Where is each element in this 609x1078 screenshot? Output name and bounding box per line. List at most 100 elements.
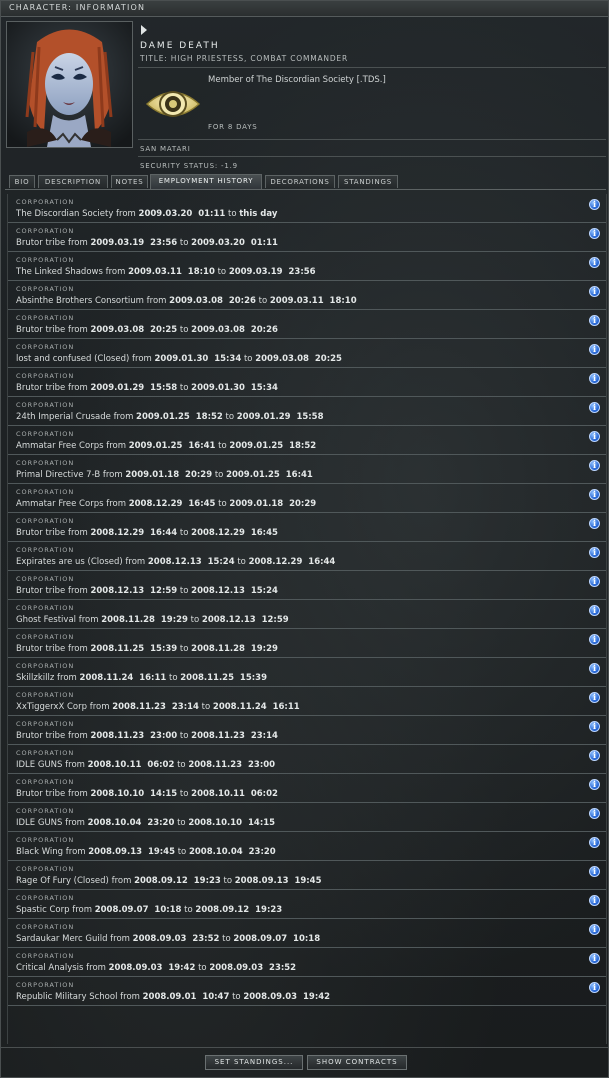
show-contracts-button[interactable]: SHOW CONTRACTS <box>307 1055 407 1070</box>
tab-standings[interactable]: STANDINGS <box>338 175 398 188</box>
info-icon[interactable]: i <box>589 663 600 674</box>
tab-decorations[interactable]: DECORATIONS <box>265 175 335 188</box>
info-icon[interactable]: i <box>589 547 600 558</box>
corp-name[interactable]: XxTiggerxX Corp <box>16 702 87 712</box>
corp-name[interactable]: Absinthe Brothers Consortium <box>16 296 144 306</box>
from-word: from <box>110 934 130 944</box>
info-icon[interactable]: i <box>589 576 600 587</box>
corp-name[interactable]: Black Wing <box>16 847 63 857</box>
info-icon[interactable]: i <box>589 924 600 935</box>
info-icon[interactable]: i <box>589 953 600 964</box>
corp-name[interactable]: Brutor tribe <box>16 383 65 393</box>
info-icon[interactable]: i <box>589 692 600 703</box>
corp-name[interactable]: Brutor tribe <box>16 238 65 248</box>
info-icon[interactable]: i <box>589 344 600 355</box>
info-icon[interactable]: i <box>589 286 600 297</box>
employment-row[interactable]: CORPORATION Sardaukar Merc Guild from 200… <box>8 919 606 948</box>
info-icon[interactable]: i <box>589 199 600 210</box>
info-icon[interactable]: i <box>589 895 600 906</box>
employment-row[interactable]: CORPORATION Spastic Corp from 2008.09.07 … <box>8 890 606 919</box>
employment-row[interactable]: CORPORATION Brutor tribe from 2008.10.10 … <box>8 774 606 803</box>
employment-row[interactable]: CORPORATION XxTiggerxX Corp from 2008.11.… <box>8 687 606 716</box>
employment-row[interactable]: CORPORATION Brutor tribe from 2009.01.29 … <box>8 368 606 397</box>
info-icon[interactable]: i <box>589 634 600 645</box>
employment-row[interactable]: CORPORATION Brutor tribe from 2009.03.19 … <box>8 223 606 252</box>
corp-name[interactable]: Ammatar Free Corps <box>16 441 104 451</box>
corp-name[interactable]: Brutor tribe <box>16 789 65 799</box>
employment-row[interactable]: CORPORATION Primal Directive 7-B from 200… <box>8 455 606 484</box>
corp-name[interactable]: Brutor tribe <box>16 325 65 335</box>
to-word: to <box>237 557 246 567</box>
set-standings-button[interactable]: SET STANDINGS... <box>205 1055 303 1070</box>
character-portrait[interactable] <box>6 21 133 148</box>
tab-bio[interactable]: BIO <box>9 175 35 188</box>
corp-name[interactable]: Brutor tribe <box>16 731 65 741</box>
corp-name[interactable]: Expirates are us (Closed) <box>16 557 123 567</box>
employment-row[interactable]: CORPORATION Brutor tribe from 2008.12.13 … <box>8 571 606 600</box>
info-icon[interactable]: i <box>589 866 600 877</box>
corp-name[interactable]: Ammatar Free Corps <box>16 499 104 509</box>
member-of-text[interactable]: Member of The Discordian Society [.TDS.] <box>208 75 386 85</box>
eye-icon[interactable] <box>144 81 202 127</box>
info-icon[interactable]: i <box>589 750 600 761</box>
corp-name[interactable]: Ghost Festival <box>16 615 76 625</box>
employment-row[interactable]: CORPORATION IDLE GUNS from 2008.10.04 23:… <box>8 803 606 832</box>
info-icon[interactable]: i <box>589 721 600 732</box>
employment-row[interactable]: CORPORATION Expirates are us (Closed) fro… <box>8 542 606 571</box>
employment-row[interactable]: CORPORATION 24th Imperial Crusade from 20… <box>8 397 606 426</box>
window-titlebar[interactable]: CHARACTER: INFORMATION <box>1 1 608 17</box>
corp-name[interactable]: Spastic Corp <box>16 905 70 915</box>
employment-row[interactable]: CORPORATION IDLE GUNS from 2008.10.11 06:… <box>8 745 606 774</box>
corp-name[interactable]: IDLE GUNS <box>16 760 62 770</box>
employment-row[interactable]: CORPORATION Brutor tribe from 2008.11.23 … <box>8 716 606 745</box>
corp-name[interactable]: The Linked Shadows <box>16 267 103 277</box>
info-icon[interactable]: i <box>589 779 600 790</box>
corp-name[interactable]: lost and confused (Closed) <box>16 354 129 364</box>
info-icon[interactable]: i <box>589 605 600 616</box>
corp-name[interactable]: Brutor tribe <box>16 644 65 654</box>
corp-name[interactable]: Critical Analysis <box>16 963 83 973</box>
info-icon[interactable]: i <box>589 982 600 993</box>
info-icon[interactable]: i <box>589 518 600 529</box>
corp-name[interactable]: Brutor tribe <box>16 586 65 596</box>
corp-name[interactable]: IDLE GUNS <box>16 818 62 828</box>
tab-employment-history[interactable]: EMPLOYMENT HISTORY <box>150 174 262 189</box>
info-icon[interactable]: i <box>589 373 600 384</box>
employment-row[interactable]: CORPORATION Black Wing from 2008.09.13 19… <box>8 832 606 861</box>
corp-name[interactable]: Republic Military School <box>16 992 117 1002</box>
employment-row[interactable]: CORPORATION Republic Military School from… <box>8 977 606 1006</box>
employment-row[interactable]: CORPORATION Critical Analysis from 2008.0… <box>8 948 606 977</box>
from-word: from <box>65 760 85 770</box>
corp-name[interactable]: Primal Directive 7-B <box>16 470 100 480</box>
info-icon[interactable]: i <box>589 460 600 471</box>
info-icon[interactable]: i <box>589 228 600 239</box>
info-icon[interactable]: i <box>589 489 600 500</box>
employment-row[interactable]: CORPORATION Brutor tribe from 2008.12.29 … <box>8 513 606 542</box>
corp-name[interactable]: 24th Imperial Crusade <box>16 412 111 422</box>
info-icon[interactable]: i <box>589 837 600 848</box>
employment-row[interactable]: CORPORATION Skillzkillz from 2008.11.24 1… <box>8 658 606 687</box>
corp-name[interactable]: The Discordian Society <box>16 209 113 219</box>
employment-row[interactable]: CORPORATION Ammatar Free Corps from 2009.… <box>8 426 606 455</box>
triangle-right-icon[interactable] <box>141 25 147 35</box>
employment-row[interactable]: CORPORATION Absinthe Brothers Consortium … <box>8 281 606 310</box>
info-icon[interactable]: i <box>589 431 600 442</box>
info-icon[interactable]: i <box>589 257 600 268</box>
corp-name[interactable]: Rage Of Fury (Closed) <box>16 876 109 886</box>
employment-row[interactable]: CORPORATION lost and confused (Closed) fr… <box>8 339 606 368</box>
tab-notes[interactable]: NOTES <box>111 175 148 188</box>
info-icon[interactable]: i <box>589 402 600 413</box>
corp-name[interactable]: Brutor tribe <box>16 528 65 538</box>
employment-row[interactable]: CORPORATION Brutor tribe from 2009.03.08 … <box>8 310 606 339</box>
employment-row[interactable]: CORPORATION Brutor tribe from 2008.11.25 … <box>8 629 606 658</box>
employment-row[interactable]: CORPORATION Ammatar Free Corps from 2008.… <box>8 484 606 513</box>
corp-name[interactable]: Sardaukar Merc Guild <box>16 934 107 944</box>
tab-description[interactable]: DESCRIPTION <box>38 175 108 188</box>
employment-row[interactable]: CORPORATION Ghost Festival from 2008.11.2… <box>8 600 606 629</box>
employment-row[interactable]: CORPORATION Rage Of Fury (Closed) from 20… <box>8 861 606 890</box>
employment-row[interactable]: CORPORATION The Linked Shadows from 2009.… <box>8 252 606 281</box>
employment-row[interactable]: CORPORATION The Discordian Society from 2… <box>8 194 606 223</box>
corp-name[interactable]: Skillzkillz <box>16 673 54 683</box>
info-icon[interactable]: i <box>589 808 600 819</box>
info-icon[interactable]: i <box>589 315 600 326</box>
